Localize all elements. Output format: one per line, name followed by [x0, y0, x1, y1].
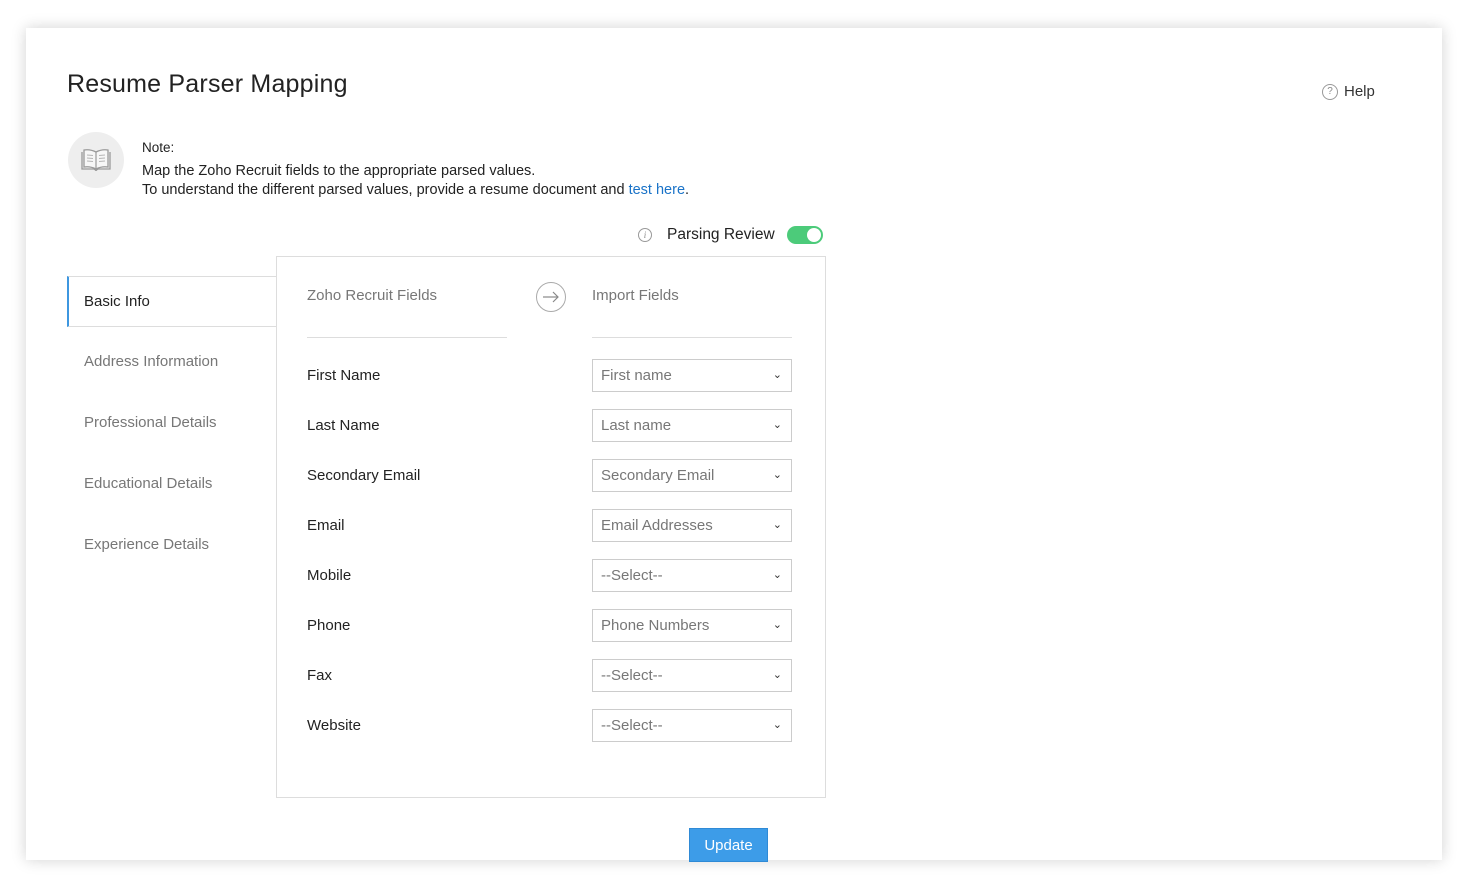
help-label: Help [1344, 83, 1375, 100]
chevron-down-icon: ⌄ [772, 519, 782, 531]
update-button[interactable]: Update [689, 828, 768, 862]
mapping-row: Secondary Email Secondary Email ⌄ [307, 459, 793, 501]
sidebar-item-basic-info[interactable]: Basic Info [67, 276, 277, 327]
chevron-down-icon: ⌄ [772, 619, 782, 631]
field-label: Secondary Email [307, 467, 421, 484]
import-field-select[interactable]: Secondary Email ⌄ [592, 459, 792, 492]
select-value: Phone Numbers [601, 617, 710, 634]
chevron-down-icon: ⌄ [772, 719, 782, 731]
mapping-row: First Name First name ⌄ [307, 359, 793, 401]
import-field-select[interactable]: Email Addresses ⌄ [592, 509, 792, 542]
select-value: Secondary Email [601, 467, 715, 484]
select-value: Email Addresses [601, 517, 713, 534]
book-icon [68, 132, 124, 188]
chevron-down-icon: ⌄ [772, 369, 782, 381]
field-label: Fax [307, 667, 333, 684]
field-label: Last Name [307, 417, 380, 434]
toggle-knob [806, 228, 821, 242]
page-title: Resume Parser Mapping [67, 70, 348, 98]
section-sidebar: Basic Info Address Information Professio… [67, 276, 277, 581]
import-field-select[interactable]: Phone Numbers ⌄ [592, 609, 792, 642]
sidebar-item-educational-details[interactable]: Educational Details [67, 459, 277, 520]
select-value: --Select-- [601, 717, 663, 734]
help-link[interactable]: ? Help [1322, 83, 1375, 100]
note-label: Note: [142, 140, 175, 155]
chevron-down-icon: ⌄ [772, 669, 782, 681]
import-field-select[interactable]: --Select-- ⌄ [592, 659, 792, 692]
parsing-review-toggle[interactable] [786, 226, 823, 244]
field-label: First Name [307, 367, 381, 384]
field-label: Phone [307, 617, 351, 634]
select-value: First name [601, 367, 672, 384]
parsing-review-label: Parsing Review [667, 226, 775, 243]
select-value: Last name [601, 417, 672, 434]
chevron-down-icon: ⌄ [772, 419, 782, 431]
mapping-row: Fax --Select-- ⌄ [307, 659, 793, 701]
mapping-row: Website --Select-- ⌄ [307, 709, 793, 751]
mapping-panel: Zoho Recruit Fields Import Fields First … [276, 256, 826, 798]
field-label: Email [307, 517, 345, 534]
sidebar-item-experience-details[interactable]: Experience Details [67, 520, 277, 581]
import-field-select[interactable]: First name ⌄ [592, 359, 792, 392]
note-line-2-text: To understand the different parsed value… [142, 182, 629, 198]
import-field-select[interactable]: --Select-- ⌄ [592, 709, 792, 742]
note-block: Note: Map the Zoho Recruit fields to the… [142, 138, 689, 200]
info-icon[interactable]: i [638, 228, 652, 242]
help-icon: ? [1322, 83, 1338, 100]
arrow-right-icon [536, 282, 566, 312]
settings-window: Resume Parser Mapping ? Help Note: Map t… [26, 28, 1442, 862]
note-line-2: To understand the different parsed value… [142, 181, 689, 200]
import-fields-header: Import Fields [592, 287, 792, 338]
note-line-2-suffix: . [685, 182, 690, 198]
sidebar-item-professional-details[interactable]: Professional Details [67, 398, 277, 459]
select-value: --Select-- [601, 667, 663, 684]
mapping-row: Email Email Addresses ⌄ [307, 509, 793, 551]
chevron-down-icon: ⌄ [772, 469, 782, 481]
import-field-select[interactable]: --Select-- ⌄ [592, 559, 792, 592]
field-label: Mobile [307, 567, 352, 584]
select-value: --Select-- [601, 567, 663, 584]
test-here-link[interactable]: test here [629, 182, 685, 198]
field-label: Website [307, 717, 361, 734]
chevron-down-icon: ⌄ [772, 569, 782, 581]
parsing-review: i Parsing Review [638, 226, 823, 244]
mapping-row: Last Name Last name ⌄ [307, 409, 793, 451]
import-field-select[interactable]: Last name ⌄ [592, 409, 792, 442]
mapping-row: Mobile --Select-- ⌄ [307, 559, 793, 601]
sidebar-item-address-information[interactable]: Address Information [67, 337, 277, 398]
note-line-1: Map the Zoho Recruit fields to the appro… [142, 163, 536, 179]
zoho-recruit-fields-header: Zoho Recruit Fields [307, 287, 507, 338]
mapping-row: Phone Phone Numbers ⌄ [307, 609, 793, 651]
